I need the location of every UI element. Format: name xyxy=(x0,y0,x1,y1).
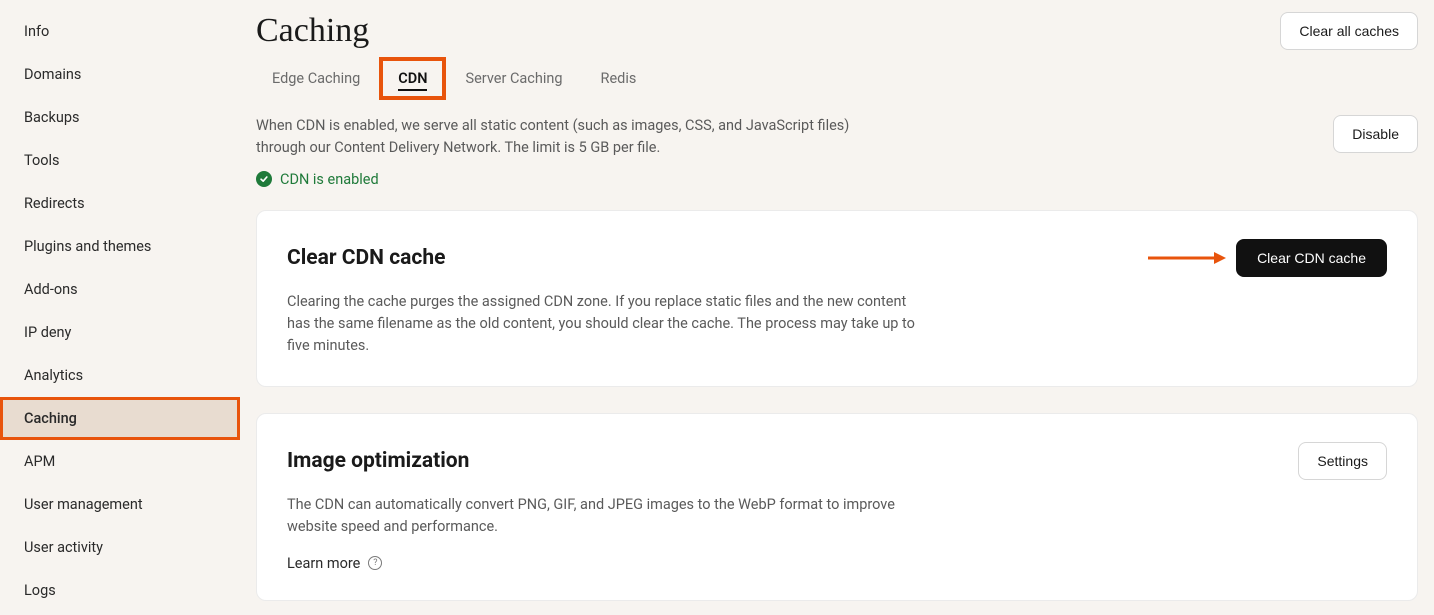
sidebar-item-label: IP deny xyxy=(24,324,71,341)
cdn-description-row: When CDN is enabled, we serve all static… xyxy=(256,115,1418,159)
clear-cdn-cache-card: Clear CDN cache Clear CDN cache Clearing… xyxy=(256,210,1418,387)
sidebar-item-user-activity[interactable]: User activity xyxy=(0,526,240,569)
check-circle-icon xyxy=(256,171,272,187)
learn-more-label: Learn more xyxy=(287,555,360,572)
sidebar-item-label: User management xyxy=(24,496,143,513)
image-opt-settings-button[interactable]: Settings xyxy=(1298,442,1387,480)
sidebar-item-label: Redirects xyxy=(24,195,85,212)
tab-cdn[interactable]: CDN xyxy=(382,60,443,97)
tab-label: CDN xyxy=(398,70,427,87)
card-actions: Clear CDN cache xyxy=(1146,239,1387,277)
card-header: Clear CDN cache Clear CDN cache xyxy=(287,239,1387,277)
cdn-status-text: CDN is enabled xyxy=(280,171,379,188)
sidebar-item-label: Backups xyxy=(24,109,79,126)
sidebar-item-backups[interactable]: Backups xyxy=(0,96,240,139)
sidebar-item-info[interactable]: Info xyxy=(0,10,240,53)
sidebar-item-ipdeny[interactable]: IP deny xyxy=(0,311,240,354)
sidebar-item-label: Caching xyxy=(24,410,77,427)
annotation-arrow-icon xyxy=(1146,250,1226,266)
sidebar-item-label: Info xyxy=(24,23,49,40)
question-circle-icon: ? xyxy=(368,556,382,570)
cdn-status: CDN is enabled xyxy=(256,171,1418,188)
card-header: Image optimization Settings xyxy=(287,442,1387,480)
learn-more-link[interactable]: Learn more ? xyxy=(287,555,1387,572)
sidebar-item-tools[interactable]: Tools xyxy=(0,139,240,182)
cdn-description: When CDN is enabled, we serve all static… xyxy=(256,115,896,159)
sidebar: Info Domains Backups Tools Redirects Plu… xyxy=(0,0,240,615)
sidebar-item-label: Logs xyxy=(24,582,56,599)
sidebar-item-label: Add-ons xyxy=(24,281,78,298)
sidebar-item-label: Analytics xyxy=(24,367,83,384)
sidebar-item-plugins[interactable]: Plugins and themes xyxy=(0,225,240,268)
tab-bar: Edge Caching CDN Server Caching Redis xyxy=(256,60,1418,97)
tab-redis[interactable]: Redis xyxy=(585,60,653,97)
card-title: Image optimization xyxy=(287,449,469,473)
card-description: The CDN can automatically convert PNG, G… xyxy=(287,494,927,539)
tab-server-caching[interactable]: Server Caching xyxy=(449,60,578,97)
tab-label: Server Caching xyxy=(465,70,562,87)
tab-label: Edge Caching xyxy=(272,70,360,87)
card-title: Clear CDN cache xyxy=(287,246,445,270)
clear-all-caches-button[interactable]: Clear all caches xyxy=(1280,12,1418,50)
sidebar-item-user-management[interactable]: User management xyxy=(0,483,240,526)
tab-label: Redis xyxy=(601,70,637,87)
main-content: Caching Clear all caches Edge Caching CD… xyxy=(240,0,1434,615)
image-optimization-card: Image optimization Settings The CDN can … xyxy=(256,413,1418,601)
sidebar-item-label: Plugins and themes xyxy=(24,238,151,255)
sidebar-item-addons[interactable]: Add-ons xyxy=(0,268,240,311)
sidebar-item-label: User activity xyxy=(24,539,103,556)
tab-edge-caching[interactable]: Edge Caching xyxy=(256,60,376,97)
clear-cdn-cache-button[interactable]: Clear CDN cache xyxy=(1236,239,1387,277)
sidebar-item-analytics[interactable]: Analytics xyxy=(0,354,240,397)
sidebar-item-redirects[interactable]: Redirects xyxy=(0,182,240,225)
sidebar-item-domains[interactable]: Domains xyxy=(0,53,240,96)
disable-cdn-button[interactable]: Disable xyxy=(1333,115,1418,153)
sidebar-item-label: Tools xyxy=(24,152,60,169)
sidebar-item-label: Domains xyxy=(24,66,81,83)
page-title: Caching xyxy=(256,12,369,50)
sidebar-item-apm[interactable]: APM xyxy=(0,440,240,483)
sidebar-item-label: APM xyxy=(24,453,55,470)
card-description: Clearing the cache purges the assigned C… xyxy=(287,291,927,358)
page-header: Caching Clear all caches xyxy=(256,12,1418,50)
sidebar-item-caching[interactable]: Caching xyxy=(0,397,240,440)
sidebar-item-logs[interactable]: Logs xyxy=(0,569,240,612)
